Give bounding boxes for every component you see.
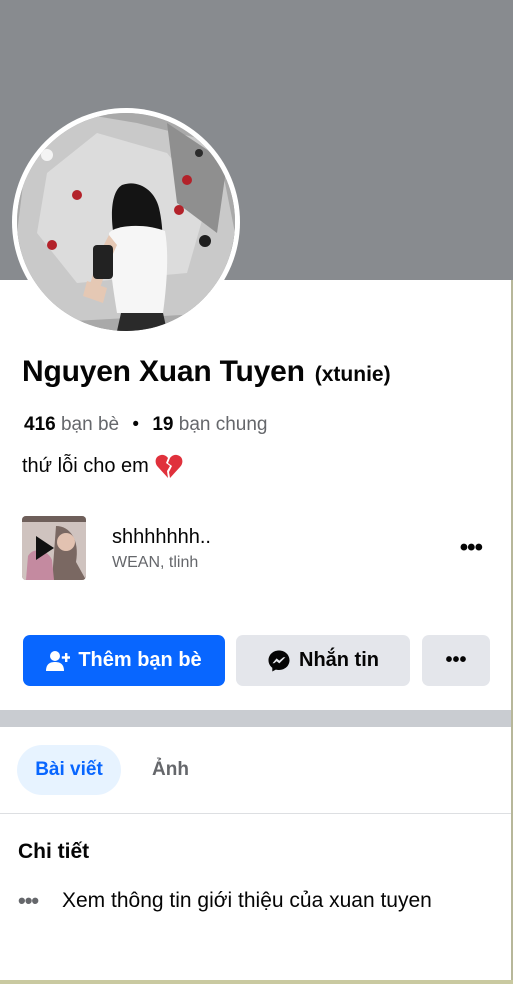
music-artist: WEAN, tlinh — [112, 554, 199, 571]
bio-text: thứ lỗi cho em — [22, 454, 149, 477]
mutual-friends-label: bạn chung — [178, 414, 268, 435]
stats-separator: • — [132, 414, 140, 435]
messenger-icon — [268, 650, 290, 671]
profile-name-row: Nguyen Xuan Tuyen (xtunie) — [22, 355, 391, 389]
tab-photos[interactable]: Ảnh — [150, 745, 191, 795]
music-title: shhhhhhh.. — [112, 526, 211, 548]
profile-name: Nguyen Xuan Tuyen — [22, 355, 305, 388]
music-cover-art[interactable] — [22, 516, 86, 580]
section-divider — [0, 710, 513, 727]
add-friend-label: Thêm bạn bè — [78, 649, 202, 671]
more-dots-icon: ••• — [18, 888, 39, 913]
add-friend-button[interactable]: Thêm bạn bè — [23, 635, 225, 686]
mutual-friends-count: 19 — [152, 414, 174, 435]
avatar-photo — [17, 113, 235, 331]
broken-heart-icon — [155, 453, 183, 479]
message-button[interactable]: Nhắn tin — [236, 635, 410, 686]
message-label: Nhắn tin — [299, 649, 379, 671]
add-friend-icon — [46, 650, 71, 671]
details-title: Chi tiết — [18, 840, 90, 863]
about-info-link[interactable]: ••• Xem thông tin giới thiệu của xuan tu… — [18, 888, 432, 914]
profile-music[interactable]: shhhhhhh.. WEAN, tlinh ••• — [22, 516, 492, 580]
friends-count: 416 — [24, 414, 56, 435]
profile-username: (xtunie) — [314, 363, 391, 386]
tabs-separator — [0, 813, 513, 814]
screen-bottom-edge — [0, 980, 513, 984]
profile-more-button[interactable]: ••• — [422, 635, 490, 686]
friends-label: bạn bè — [60, 414, 120, 435]
about-info-label: Xem thông tin giới thiệu của xuan tuyen — [62, 889, 432, 912]
friend-stats[interactable]: 416 bạn bè • 19 bạn chung — [24, 414, 268, 436]
music-more-button[interactable]: ••• — [460, 534, 483, 562]
profile-bio: thứ lỗi cho em — [22, 453, 183, 479]
tab-posts[interactable]: Bài viết — [17, 745, 121, 795]
avatar[interactable] — [17, 113, 235, 331]
